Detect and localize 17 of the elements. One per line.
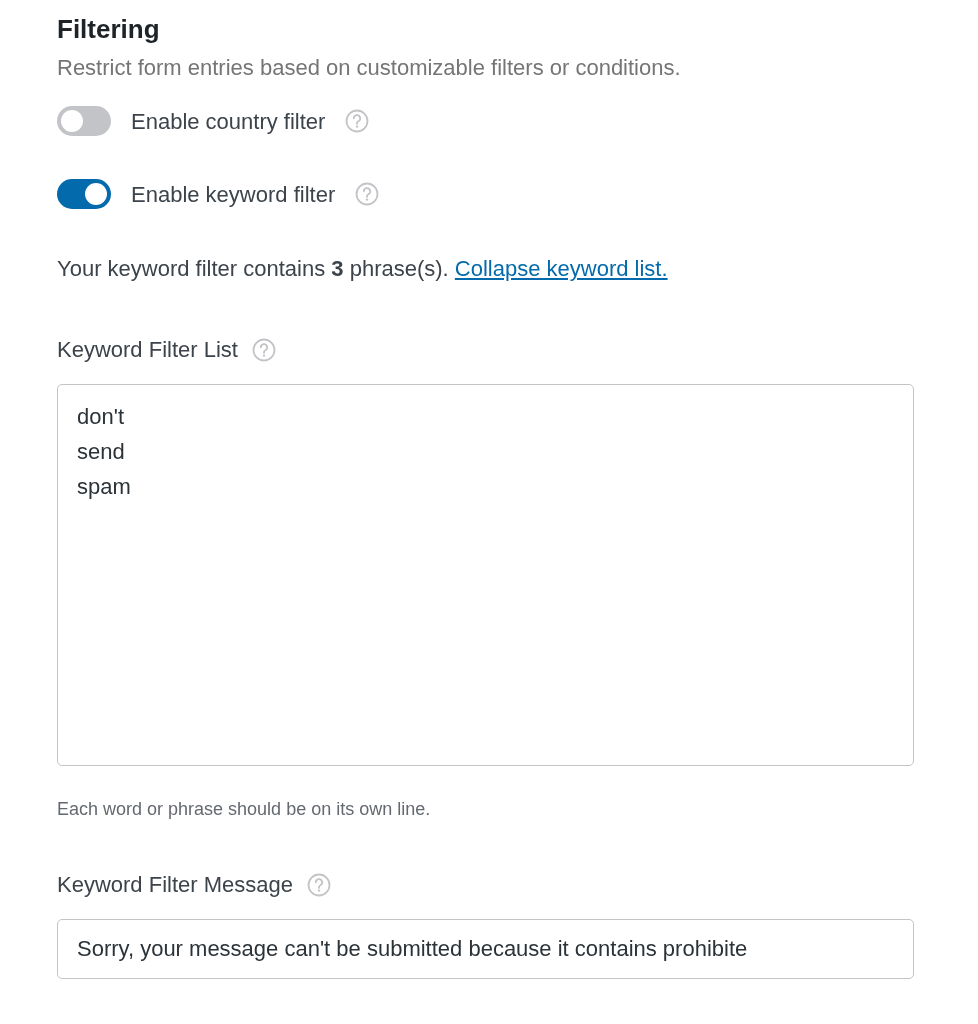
summary-text: Your keyword filter contains 3 phrase(s). Collapse keyword list.	[57, 255, 669, 284]
field-hint: Each word or phrase should be on its own line.	[57, 798, 432, 822]
section-title: Filtering	[57, 14, 161, 46]
field-label: Keyword Filter Message	[57, 871, 293, 900]
toggle-label: Enable keyword filter	[131, 180, 336, 209]
message-input[interactable]: Sorry, your message can't be submitted because it contains prohibite	[57, 919, 914, 980]
field-label: Keyword Filter List	[57, 336, 238, 365]
keyword-textarea[interactable]: don't send spam	[57, 384, 914, 767]
help-icon[interactable]	[251, 337, 276, 362]
toggle-switch[interactable]	[57, 106, 111, 137]
collapse-link[interactable]: Collapse keyword list.	[454, 256, 668, 282]
help-icon[interactable]	[307, 872, 331, 897]
toggle-label: Enable country filter	[131, 107, 326, 136]
help-icon[interactable]	[345, 109, 370, 134]
help-icon[interactable]	[355, 182, 380, 207]
toggle-switch[interactable]	[57, 179, 111, 210]
section-description: Restrict form entries based on customizable filters or conditions.	[57, 54, 682, 83]
